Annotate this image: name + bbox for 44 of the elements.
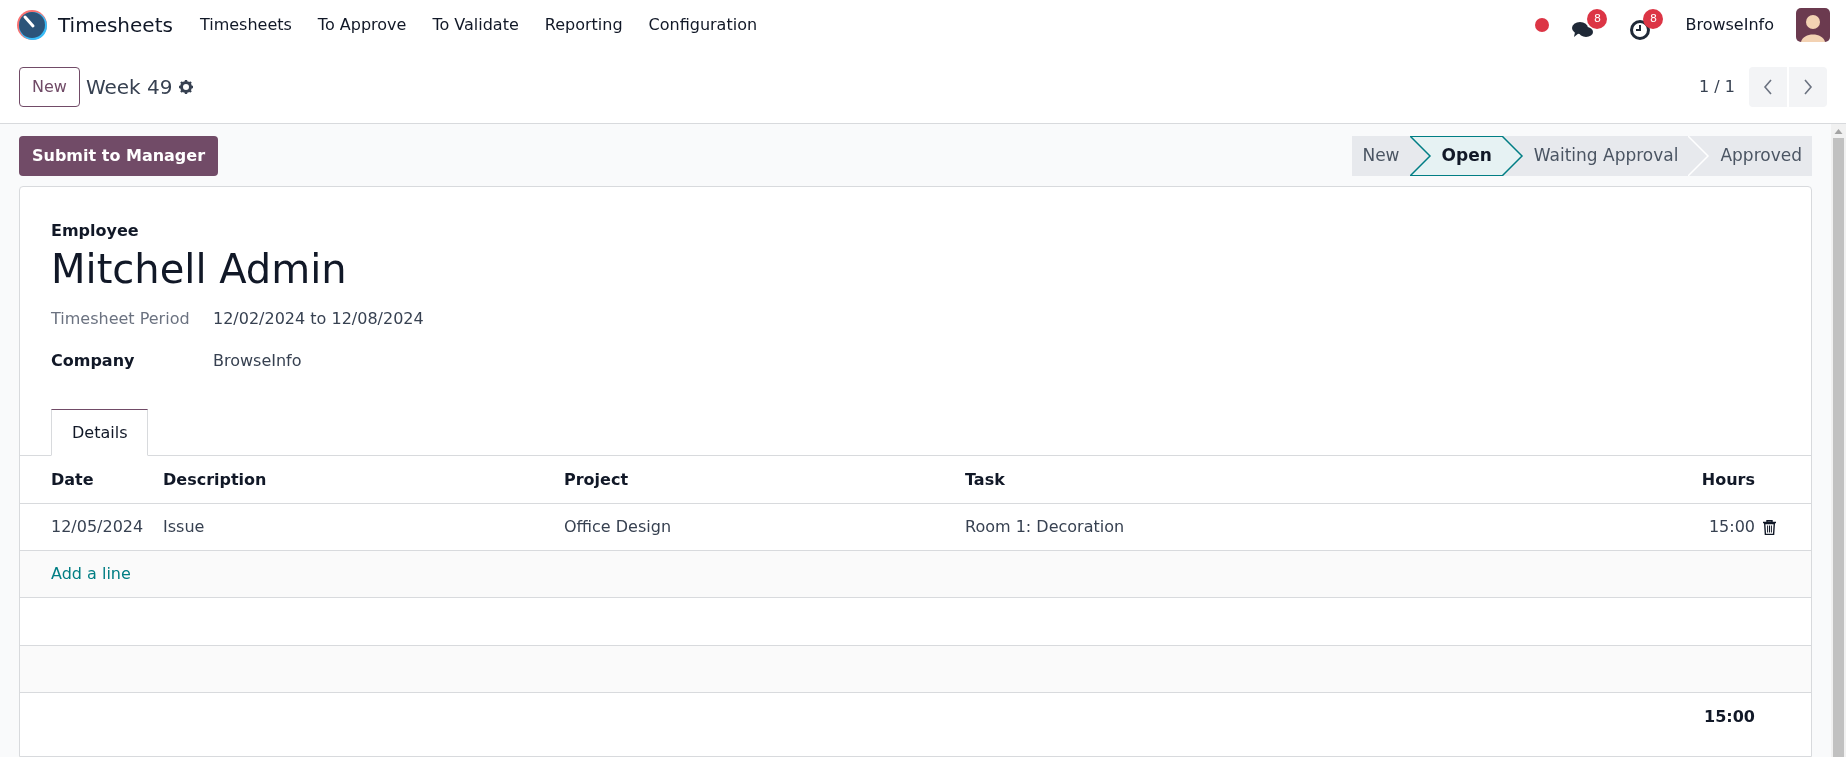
employee-name: Mitchell Admin bbox=[51, 245, 348, 294]
status-step[interactable]: Approved bbox=[1710, 136, 1812, 176]
chevron-left-icon bbox=[1763, 78, 1773, 95]
status-step[interactable]: Waiting Approval bbox=[1523, 136, 1689, 176]
column-header[interactable]: Hours bbox=[1635, 467, 1755, 492]
menu-item[interactable]: Reporting bbox=[531, 13, 636, 37]
trash-icon[interactable] bbox=[1763, 519, 1776, 535]
column-header[interactable]: Project bbox=[564, 467, 965, 492]
new-button[interactable]: New bbox=[19, 66, 80, 107]
table-cell-text: Room 1: Decoration bbox=[965, 516, 1126, 538]
field-label: Timesheet Period bbox=[51, 308, 191, 330]
column-header[interactable]: Task bbox=[965, 467, 1635, 492]
avatar-icon[interactable] bbox=[1796, 8, 1830, 42]
notification-badge: 8 bbox=[1643, 9, 1664, 29]
column-header[interactable]: Date bbox=[51, 467, 163, 492]
table-cell-text: 15:00 bbox=[1707, 516, 1755, 538]
field-label: Company bbox=[51, 350, 136, 372]
scrollbar[interactable] bbox=[1831, 124, 1846, 757]
clock-icon bbox=[1629, 19, 1652, 41]
submit-button[interactable]: Submit to Manager bbox=[19, 136, 219, 176]
activity-button[interactable]: 8 bbox=[1629, 9, 1664, 41]
chat-button[interactable]: 8 bbox=[1571, 9, 1608, 41]
table-cell-text: Office Design bbox=[564, 516, 673, 538]
field-label: Employee bbox=[51, 220, 140, 242]
chevron-right-icon bbox=[1803, 78, 1813, 95]
menu-item[interactable]: To Validate bbox=[419, 13, 532, 37]
menu-item[interactable]: To Approve bbox=[304, 13, 420, 37]
menu-item[interactable]: Timesheets bbox=[186, 13, 305, 37]
settings-icon[interactable] bbox=[178, 79, 193, 94]
tab[interactable]: Details bbox=[51, 409, 149, 456]
pager-value: 1 / 1 bbox=[1699, 75, 1735, 98]
add-line-link[interactable]: Add a line bbox=[51, 562, 131, 586]
total-hours: 15:00 bbox=[1704, 705, 1756, 728]
menu-item[interactable]: Configuration bbox=[635, 13, 771, 37]
notification-badge: 8 bbox=[1587, 9, 1608, 29]
field-value: 12/02/2024 to 12/08/2024 bbox=[213, 308, 424, 330]
column-header[interactable]: Description bbox=[163, 467, 564, 492]
app-logo-icon[interactable] bbox=[16, 9, 48, 41]
record-title: Week 49 bbox=[85, 73, 173, 101]
app-name[interactable]: Timesheets bbox=[58, 10, 173, 40]
table-cell-text: 12/05/2024 bbox=[51, 516, 145, 538]
table-cell-text: Issue bbox=[163, 516, 206, 538]
field-value: BrowseInfo bbox=[213, 350, 302, 372]
user-name[interactable]: BrowseInfo bbox=[1685, 13, 1774, 37]
